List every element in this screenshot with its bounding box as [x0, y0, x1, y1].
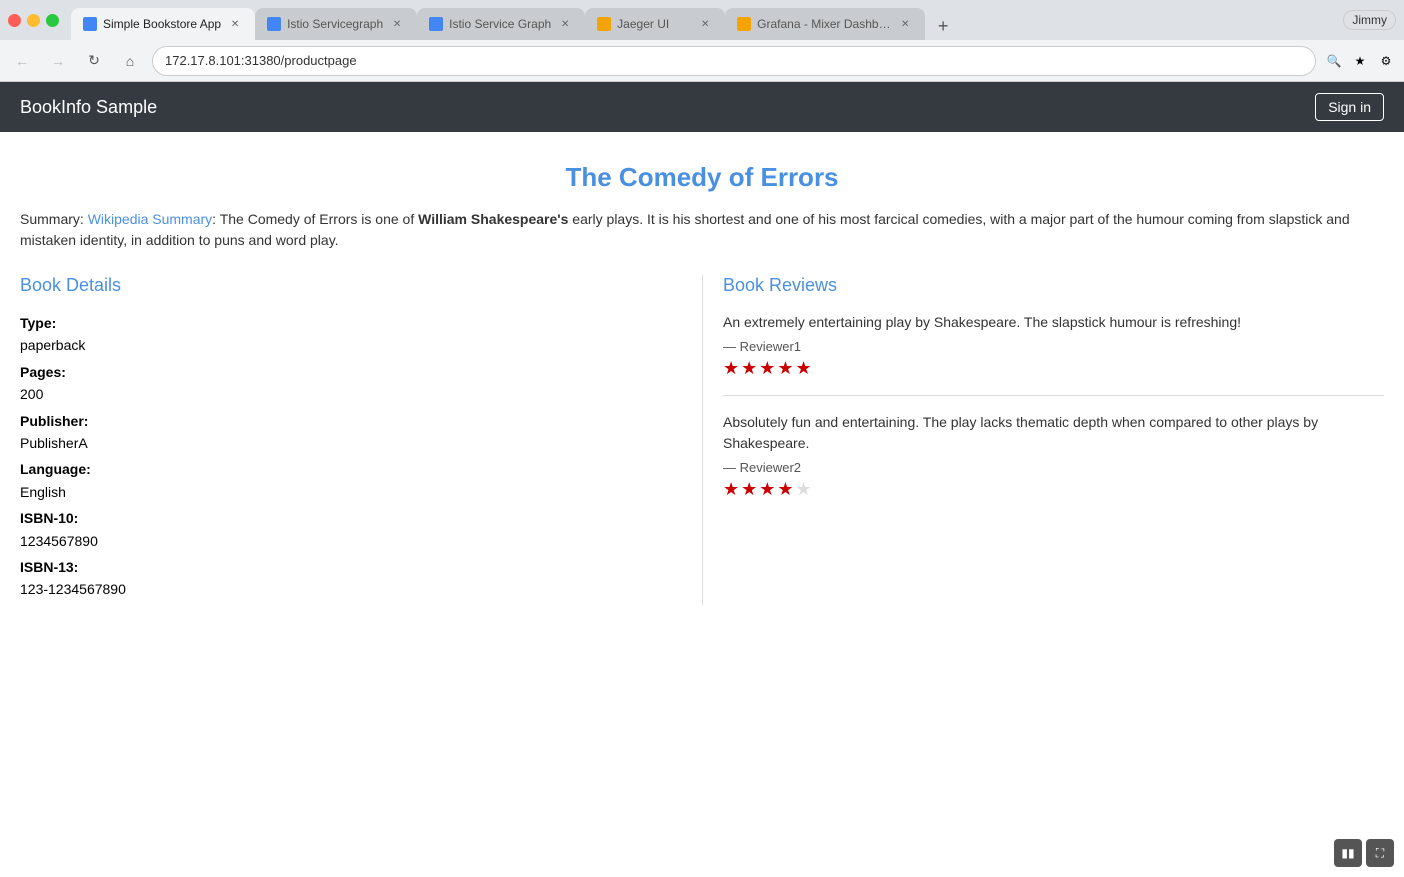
close-button[interactable] — [8, 14, 21, 27]
tab-label: Simple Bookstore App — [103, 17, 221, 31]
tab-close-button[interactable]: ✕ — [389, 16, 405, 32]
tab-favicon — [429, 17, 443, 31]
tab-favicon — [83, 17, 97, 31]
site-content: The Comedy of Errors Summary: Wikipedia … — [0, 132, 1404, 625]
signin-button[interactable]: Sign in — [1315, 93, 1384, 121]
tab-close-button[interactable]: ✕ — [227, 16, 243, 32]
isbn10-value: 1234567890 — [20, 533, 98, 549]
summary-author: William Shakespeare's — [418, 211, 568, 227]
tab-jaeger-ui[interactable]: Jaeger UI ✕ — [585, 8, 725, 40]
book-main: Book Details Type: paperback Pages: 200 … — [20, 275, 1384, 605]
review-card-2: Absolutely fun and entertaining. The pla… — [723, 412, 1384, 516]
wikipedia-link[interactable]: Wikipedia Summary — [88, 211, 212, 227]
book-title: The Comedy of Errors — [20, 162, 1384, 193]
tab-istio-service-graph[interactable]: Istio Service Graph ✕ — [417, 8, 585, 40]
publisher-value: PublisherA — [20, 435, 88, 451]
bookmark-icon[interactable]: ★ — [1350, 51, 1370, 71]
fullscreen-button[interactable]: ⛶ — [1366, 839, 1394, 867]
browser-chrome: Simple Bookstore App ✕ Istio Servicegrap… — [0, 0, 1404, 82]
bottom-controls: ▮▮ ⛶ — [1334, 839, 1394, 867]
tab-favicon — [737, 17, 751, 31]
detail-language: Language: English — [20, 458, 682, 503]
reviewer-name-1: — Reviewer1 — [723, 339, 1384, 354]
book-summary: Summary: Wikipedia Summary: The Comedy o… — [20, 209, 1384, 251]
detail-isbn13: ISBN-13: 123-1234567890 — [20, 556, 682, 601]
language-value: English — [20, 484, 66, 500]
type-value: paperback — [20, 337, 85, 353]
isbn13-label: ISBN-13: — [20, 559, 78, 575]
url-input[interactable]: 172.17.8.101:31380/productpage — [152, 46, 1316, 76]
tab-list: Simple Bookstore App ✕ Istio Servicegrap… — [71, 0, 1343, 40]
new-tab-button[interactable]: + — [929, 12, 957, 40]
tab-grafana[interactable]: Grafana - Mixer Dashboard ✕ — [725, 8, 925, 40]
user-profile-chip[interactable]: Jimmy — [1343, 10, 1396, 30]
pause-button[interactable]: ▮▮ — [1334, 839, 1362, 867]
tab-close-button[interactable]: ✕ — [897, 16, 913, 32]
back-button[interactable]: ← — [8, 47, 36, 75]
site-navbar: BookInfo Sample Sign in — [0, 82, 1404, 132]
book-reviews: Book Reviews An extremely entertaining p… — [702, 275, 1384, 605]
tab-favicon — [597, 17, 611, 31]
stars-1: ★★★★★ — [723, 358, 1384, 379]
minimize-button[interactable] — [27, 14, 40, 27]
address-bar: ← → ↻ ⌂ 172.17.8.101:31380/productpage 🔍… — [0, 40, 1404, 82]
stars-2: ★★★★★ — [723, 479, 1384, 500]
extension-icon[interactable]: ⚙ — [1376, 51, 1396, 71]
review-text-1: An extremely entertaining play by Shakes… — [723, 312, 1384, 333]
tab-label: Istio Servicegraph — [287, 17, 383, 31]
reviewer-name-2: — Reviewer2 — [723, 460, 1384, 475]
tab-label: Grafana - Mixer Dashboard — [757, 17, 891, 31]
detail-publisher: Publisher: PublisherA — [20, 410, 682, 455]
detail-pages: Pages: 200 — [20, 361, 682, 406]
isbn10-label: ISBN-10: — [20, 510, 78, 526]
forward-button[interactable]: → — [44, 47, 72, 75]
home-button[interactable]: ⌂ — [116, 47, 144, 75]
tab-label: Jaeger UI — [617, 17, 691, 31]
detail-type: Type: paperback — [20, 312, 682, 357]
maximize-button[interactable] — [46, 14, 59, 27]
title-bar: Simple Bookstore App ✕ Istio Servicegrap… — [0, 0, 1404, 40]
summary-text: : The Comedy of Errors is one of — [212, 211, 418, 227]
book-details: Book Details Type: paperback Pages: 200 … — [20, 275, 702, 605]
detail-isbn10: ISBN-10: 1234567890 — [20, 507, 682, 552]
reload-button[interactable]: ↻ — [80, 47, 108, 75]
publisher-label: Publisher: — [20, 413, 88, 429]
language-label: Language: — [20, 461, 91, 477]
tab-close-button[interactable]: ✕ — [557, 16, 573, 32]
search-icon[interactable]: 🔍 — [1324, 51, 1344, 71]
browser-icons: 🔍 ★ ⚙ — [1324, 51, 1396, 71]
summary-prefix: Summary: — [20, 211, 88, 227]
user-name: Jimmy — [1352, 13, 1387, 27]
tab-favicon — [267, 17, 281, 31]
review-text-2: Absolutely fun and entertaining. The pla… — [723, 412, 1384, 454]
details-heading: Book Details — [20, 275, 682, 296]
reviews-heading: Book Reviews — [723, 275, 1384, 296]
pages-value: 200 — [20, 386, 43, 402]
review-card-1: An extremely entertaining play by Shakes… — [723, 312, 1384, 396]
url-text: 172.17.8.101:31380/productpage — [165, 53, 357, 68]
tab-istio-servicegraph[interactable]: Istio Servicegraph ✕ — [255, 8, 417, 40]
isbn13-value: 123-1234567890 — [20, 581, 126, 597]
tab-simple-bookstore[interactable]: Simple Bookstore App ✕ — [71, 8, 255, 40]
type-label: Type: — [20, 315, 56, 331]
tab-label: Istio Service Graph — [449, 17, 551, 31]
tab-close-button[interactable]: ✕ — [697, 16, 713, 32]
pages-label: Pages: — [20, 364, 66, 380]
window-controls — [8, 14, 59, 27]
site-brand: BookInfo Sample — [20, 97, 157, 118]
